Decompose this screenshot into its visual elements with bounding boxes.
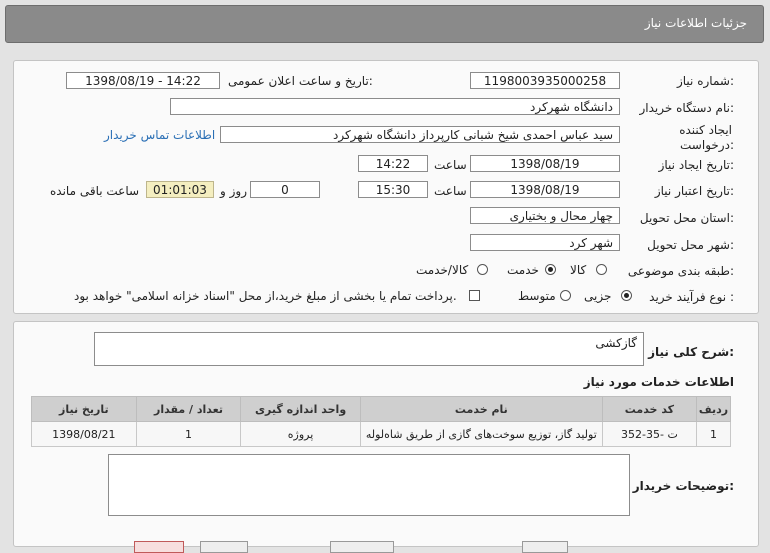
validity-date-label: تاریخ اعتبار نیاز: bbox=[654, 184, 734, 198]
creator-field: سید عباس احمدی شیخ شبانی کارپرداز دانشگا… bbox=[220, 126, 620, 143]
payment-note: پرداخت تمام یا بخشی از مبلغ خرید،از محل … bbox=[74, 289, 457, 303]
col-code: کد خدمت bbox=[601, 396, 697, 422]
services-table: ردیف کد خدمت نام خدمت واحد اندازه گیری ت… bbox=[31, 396, 732, 447]
action-button-stub[interactable] bbox=[522, 541, 568, 553]
treasury-payment-checkbox[interactable] bbox=[469, 290, 480, 301]
action-button-stub[interactable] bbox=[134, 541, 184, 553]
cell-qty: 1 bbox=[135, 421, 242, 447]
remaining-label: ساعت باقی مانده bbox=[50, 184, 140, 198]
col-date: تاریخ نیاز bbox=[31, 396, 137, 422]
category-radio-goods-service[interactable] bbox=[477, 264, 488, 275]
validity-date-field: 1398/08/19 bbox=[470, 181, 620, 198]
province-label: استان محل تحویل: bbox=[639, 211, 734, 225]
created-time-label: ساعت bbox=[434, 158, 467, 172]
process-option-minor: جزیی bbox=[584, 289, 612, 303]
category-option-goods-service: کالا/خدمت bbox=[416, 263, 469, 277]
process-label: نوع فرآیند خرید : bbox=[649, 290, 734, 304]
page-title: جزئیات اطلاعات نیاز bbox=[644, 16, 747, 30]
need-number-label: شماره نیاز: bbox=[676, 74, 734, 88]
remaining-time-field: 01:01:03 bbox=[146, 181, 214, 198]
province-field: چهار محال و بختیاری bbox=[470, 207, 620, 224]
title-bar: جزئیات اطلاعات نیاز bbox=[5, 5, 764, 43]
announce-label: تاریخ و ساعت اعلان عمومی: bbox=[228, 74, 373, 88]
summary-field: گازکشی bbox=[94, 332, 644, 366]
created-time-field: 14:22 bbox=[358, 155, 428, 172]
action-button-stub[interactable] bbox=[200, 541, 248, 553]
col-unit: واحد اندازه گیری bbox=[240, 396, 361, 422]
validity-time-label: ساعت bbox=[434, 184, 467, 198]
process-radio-minor[interactable] bbox=[621, 290, 632, 301]
buyer-notes-label: توضیحات خریدار: bbox=[632, 479, 734, 493]
buyer-org-label: نام دستگاه خریدار: bbox=[639, 101, 735, 115]
process-option-medium: متوسط bbox=[518, 289, 556, 303]
buyer-contact-link[interactable]: اطلاعات تماس خریدار bbox=[104, 128, 215, 142]
validity-time-field: 15:30 bbox=[358, 181, 428, 198]
cell-index: 1 bbox=[695, 421, 732, 447]
created-date-label: تاریخ ایجاد نیاز: bbox=[658, 158, 734, 172]
city-label: شهر محل تحویل: bbox=[647, 238, 734, 252]
buyer-notes-field bbox=[108, 454, 630, 516]
table-header-row: ردیف کد خدمت نام خدمت واحد اندازه گیری ت… bbox=[31, 396, 732, 422]
category-label: طبقه بندی موضوعی: bbox=[627, 264, 734, 278]
table-row: 1 ت -35-352 تولید گاز، توزیع سوخت‌های گا… bbox=[31, 421, 732, 447]
cell-unit: پروژه bbox=[240, 421, 361, 447]
need-details-panel: شرح کلی نیاز: گازکشی اطلاعات خدمات مورد … bbox=[13, 321, 759, 553]
need-info-panel: شماره نیاز: 1198003935000258 تاریخ و ساع… bbox=[13, 60, 759, 314]
category-option-service: خدمت bbox=[507, 263, 539, 277]
cell-code: ت -35-352 bbox=[601, 421, 697, 447]
category-radio-goods[interactable] bbox=[596, 264, 607, 275]
category-option-goods: کالا bbox=[570, 263, 587, 277]
col-qty: تعداد / مقدار bbox=[135, 396, 242, 422]
creator-label-line1: ایجاد کننده bbox=[679, 123, 732, 137]
services-title: اطلاعات خدمات مورد نیاز bbox=[583, 375, 734, 389]
cell-date: 1398/08/21 bbox=[31, 421, 137, 447]
col-index: ردیف bbox=[695, 396, 732, 422]
category-radio-service[interactable] bbox=[545, 264, 556, 275]
days-label: روز و bbox=[220, 184, 247, 198]
days-remaining-field: 0 bbox=[250, 181, 320, 198]
created-date-field: 1398/08/19 bbox=[470, 155, 620, 172]
announce-field: 1398/08/19 - 14:22 bbox=[66, 72, 220, 89]
cell-name: تولید گاز، توزیع سوخت‌های گازی از طریق ش… bbox=[359, 421, 603, 447]
action-button-stub[interactable] bbox=[330, 541, 394, 553]
summary-label: شرح کلی نیاز: bbox=[648, 345, 734, 359]
creator-label-line2: درخواست: bbox=[680, 138, 734, 152]
process-radio-medium[interactable] bbox=[560, 290, 571, 301]
buyer-org-field: دانشگاه شهرکرد bbox=[170, 98, 620, 115]
need-number-field: 1198003935000258 bbox=[470, 72, 620, 89]
city-field: شهر کرد bbox=[470, 234, 620, 251]
col-name: نام خدمت bbox=[359, 396, 603, 422]
